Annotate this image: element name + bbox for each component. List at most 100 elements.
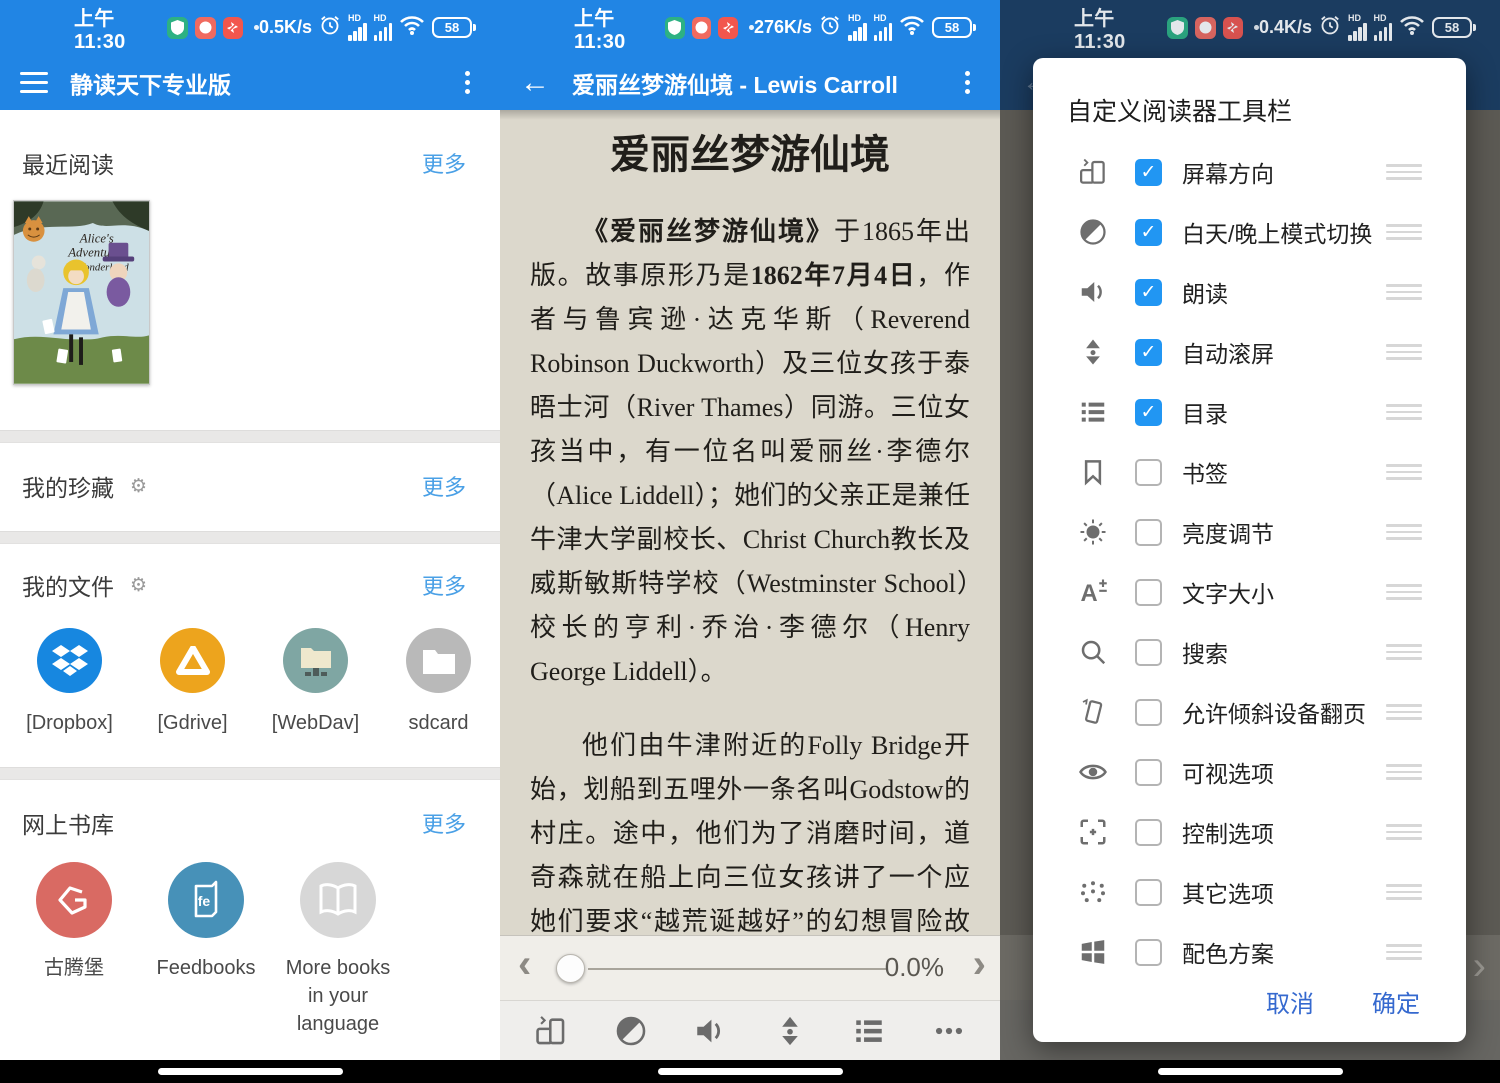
more-dots-icon[interactable] — [930, 1012, 968, 1050]
drag-handle-icon[interactable] — [1386, 164, 1422, 180]
progress-value: 0.0% — [885, 952, 944, 983]
option-row-tts[interactable]: 朗读 — [1033, 262, 1466, 322]
checkbox[interactable] — [1135, 459, 1162, 486]
blocked-notification-icon — [223, 17, 244, 39]
book-cover-alice[interactable]: Alice's Adventures in Wonderland — [13, 200, 150, 385]
recent-more-link[interactable]: 更多 — [422, 147, 466, 179]
control-options-icon — [1077, 816, 1109, 848]
option-row-control-options[interactable]: 控制选项 — [1033, 802, 1466, 862]
option-row-autoscroll[interactable]: 自动滚屏 — [1033, 322, 1466, 382]
checkbox[interactable] — [1135, 399, 1162, 426]
alarm-icon — [319, 14, 341, 41]
checkbox[interactable] — [1135, 219, 1162, 246]
section-title-recent: 最近阅读 — [22, 146, 114, 180]
blocked-notification-icon — [1223, 17, 1244, 39]
brightness-icon — [1077, 516, 1109, 548]
checkbox[interactable] — [1135, 699, 1162, 726]
files-more-link[interactable]: 更多 — [422, 569, 466, 601]
storage-item-dropbox[interactable]: [Dropbox] — [8, 628, 131, 737]
catalogs-more-link[interactable]: 更多 — [422, 807, 466, 839]
rotate-screen-icon[interactable] — [532, 1012, 570, 1050]
drag-handle-icon[interactable] — [1386, 884, 1422, 900]
system-nav-bar — [500, 1060, 1000, 1083]
wifi-icon — [1399, 14, 1425, 41]
toc-list-icon[interactable] — [850, 1012, 888, 1050]
kebab-menu-icon[interactable] — [954, 71, 980, 94]
drag-handle-icon[interactable] — [1386, 584, 1422, 600]
visual-options-icon — [1077, 756, 1109, 788]
catalog-item-gutenberg[interactable]: 古腾堡 — [8, 862, 140, 1038]
option-row-visual-options[interactable]: 可视选项 — [1033, 742, 1466, 802]
gear-icon[interactable]: ⚙ — [130, 574, 147, 597]
sim1-signal-icon: HD — [1348, 15, 1367, 41]
tts-speaker-icon — [1077, 276, 1109, 308]
option-row-search[interactable]: 搜索 — [1033, 622, 1466, 682]
checkbox[interactable] — [1135, 579, 1162, 606]
option-row-tilt-turn[interactable]: 允许倾斜设备翻页 — [1033, 682, 1466, 742]
drag-handle-icon[interactable] — [1386, 404, 1422, 420]
checkbox[interactable] — [1135, 639, 1162, 666]
catalog-item-more-books[interactable]: More books in your language — [272, 862, 404, 1038]
ok-button[interactable]: 确定 — [1372, 984, 1420, 1019]
option-row-bookmarks[interactable]: 书签 — [1033, 442, 1466, 502]
checkbox[interactable] — [1135, 279, 1162, 306]
option-row-day-night[interactable]: 白天/晚上模式切换 — [1033, 202, 1466, 262]
kebab-menu-icon[interactable] — [454, 71, 480, 94]
cancel-button[interactable]: 取消 — [1266, 984, 1314, 1019]
storage-item-sdcard[interactable]: sdcard — [377, 628, 500, 737]
option-row-color-scheme[interactable]: 配色方案 — [1033, 922, 1466, 982]
option-row-brightness[interactable]: 亮度调节 — [1033, 502, 1466, 562]
back-arrow-icon[interactable]: ← — [520, 68, 550, 98]
checkbox[interactable] — [1135, 519, 1162, 546]
progress-slider-track[interactable] — [588, 968, 888, 970]
checkbox[interactable] — [1135, 759, 1162, 786]
hamburger-icon[interactable] — [20, 72, 48, 93]
drag-handle-icon[interactable] — [1386, 704, 1422, 720]
svg-text:fe: fe — [198, 893, 211, 909]
storage-item-gdrive[interactable]: [Gdrive] — [131, 628, 254, 737]
gear-icon[interactable]: ⚙ — [130, 475, 147, 498]
svg-text:A: A — [1081, 580, 1098, 607]
drag-handle-icon[interactable] — [1386, 284, 1422, 300]
option-row-misc-options[interactable]: 其它选项 — [1033, 862, 1466, 922]
favorites-more-link[interactable]: 更多 — [422, 470, 466, 502]
drag-handle-icon[interactable] — [1386, 764, 1422, 780]
storage-item-webdav[interactable]: [WebDav] — [254, 628, 377, 737]
drag-handle-icon[interactable] — [1386, 344, 1422, 360]
home-pill[interactable] — [158, 1068, 343, 1075]
option-row-toc[interactable]: 目录 — [1033, 382, 1466, 442]
section-title-favorites: 我的珍藏 — [22, 469, 114, 503]
option-row-font-size[interactable]: A 文字大小 — [1033, 562, 1466, 622]
progress-slider-thumb[interactable] — [556, 954, 585, 983]
drag-handle-icon[interactable] — [1386, 644, 1422, 660]
checkbox[interactable] — [1135, 339, 1162, 366]
reader-title: 爱丽丝梦游仙境 - Lewis Carroll — [572, 66, 932, 100]
chevron-left-icon[interactable]: ‹ — [518, 942, 531, 987]
drag-handle-icon[interactable] — [1386, 524, 1422, 540]
drag-handle-icon[interactable] — [1386, 224, 1422, 240]
book-page[interactable]: 爱丽丝梦游仙境 《爱丽丝梦游仙境》于1865年出版。故事原形乃是1862年7月4… — [500, 110, 1000, 935]
checkbox[interactable] — [1135, 819, 1162, 846]
drag-handle-icon[interactable] — [1386, 464, 1422, 480]
feedbooks-icon: fe — [168, 862, 244, 938]
checkbox[interactable] — [1135, 879, 1162, 906]
option-row-screen-orientation[interactable]: 屏幕方向 — [1033, 142, 1466, 202]
sim1-signal-icon: HD — [348, 15, 367, 41]
progress-slider-row: ‹ 0.0% › — [500, 935, 1000, 1000]
catalog-item-feedbooks[interactable]: fe Feedbooks — [140, 862, 272, 1038]
chevron-right-icon[interactable]: › — [973, 942, 986, 987]
status-bar: 上午11:30 0.4K/s HD HD — [1000, 0, 1500, 55]
checkbox[interactable] — [1135, 159, 1162, 186]
section-divider — [0, 430, 500, 443]
autoscroll-icon[interactable] — [771, 1012, 809, 1050]
battery-indicator: 58 — [932, 17, 972, 38]
favorites-section: 我的珍藏 ⚙ 更多 — [0, 443, 500, 531]
drag-handle-icon[interactable] — [1386, 944, 1422, 960]
tts-speaker-icon[interactable] — [691, 1012, 729, 1050]
drag-handle-icon[interactable] — [1386, 824, 1422, 840]
checkbox[interactable] — [1135, 939, 1162, 966]
home-pill[interactable] — [1158, 1068, 1343, 1075]
paragraph-1: 《爱丽丝梦游仙境》于1865年出版。故事原形乃是1862年7月4日，作者与鲁宾逊… — [530, 210, 970, 694]
home-pill[interactable] — [658, 1068, 843, 1075]
day-night-icon[interactable] — [612, 1012, 650, 1050]
